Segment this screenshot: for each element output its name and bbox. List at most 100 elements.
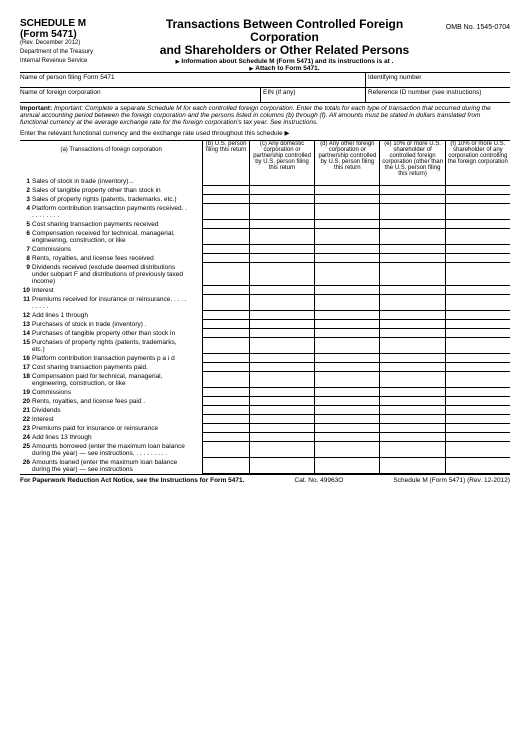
amount-cell[interactable] — [315, 311, 380, 320]
amount-cell[interactable] — [249, 254, 314, 263]
amount-cell[interactable] — [380, 415, 445, 424]
amount-cell[interactable] — [445, 415, 510, 424]
amount-cell[interactable] — [249, 433, 314, 442]
amount-cell[interactable] — [445, 406, 510, 415]
amount-cell[interactable] — [249, 263, 314, 286]
amount-cell[interactable] — [445, 433, 510, 442]
amount-cell[interactable] — [249, 204, 314, 220]
amount-cell[interactable] — [445, 388, 510, 397]
amount-cell[interactable] — [315, 329, 380, 338]
amount-cell[interactable] — [249, 177, 314, 186]
amount-cell[interactable] — [203, 433, 250, 442]
amount-cell[interactable] — [249, 229, 314, 245]
amount-cell[interactable] — [445, 263, 510, 286]
amount-cell[interactable] — [380, 442, 445, 458]
amount-cell[interactable] — [249, 388, 314, 397]
amount-cell[interactable] — [380, 354, 445, 363]
amount-cell[interactable] — [380, 254, 445, 263]
amount-cell[interactable] — [380, 372, 445, 388]
amount-cell[interactable] — [203, 372, 250, 388]
amount-cell[interactable] — [249, 338, 314, 354]
amount-cell[interactable] — [249, 458, 314, 474]
amount-cell[interactable] — [445, 372, 510, 388]
amount-cell[interactable] — [203, 263, 250, 286]
amount-cell[interactable] — [445, 320, 510, 329]
amount-cell[interactable] — [315, 195, 380, 204]
amount-cell[interactable] — [203, 286, 250, 295]
amount-cell[interactable] — [380, 388, 445, 397]
amount-cell[interactable] — [203, 177, 250, 186]
amount-cell[interactable] — [445, 397, 510, 406]
amount-cell[interactable] — [203, 458, 250, 474]
amount-cell[interactable] — [380, 177, 445, 186]
amount-cell[interactable] — [445, 295, 510, 311]
amount-cell[interactable] — [315, 415, 380, 424]
amount-cell[interactable] — [249, 363, 314, 372]
amount-cell[interactable] — [203, 229, 250, 245]
amount-cell[interactable] — [380, 263, 445, 286]
amount-cell[interactable] — [315, 354, 380, 363]
amount-cell[interactable] — [315, 295, 380, 311]
amount-cell[interactable] — [203, 295, 250, 311]
amount-cell[interactable] — [380, 245, 445, 254]
amount-cell[interactable] — [249, 311, 314, 320]
amount-cell[interactable] — [315, 204, 380, 220]
amount-cell[interactable] — [445, 254, 510, 263]
amount-cell[interactable] — [380, 286, 445, 295]
amount-cell[interactable] — [249, 220, 314, 229]
amount-cell[interactable] — [445, 338, 510, 354]
amount-cell[interactable] — [315, 286, 380, 295]
amount-cell[interactable] — [380, 338, 445, 354]
amount-cell[interactable] — [249, 195, 314, 204]
amount-cell[interactable] — [445, 329, 510, 338]
amount-cell[interactable] — [315, 177, 380, 186]
amount-cell[interactable] — [445, 458, 510, 474]
amount-cell[interactable] — [380, 406, 445, 415]
amount-cell[interactable] — [249, 415, 314, 424]
amount-cell[interactable] — [203, 354, 250, 363]
amount-cell[interactable] — [380, 424, 445, 433]
amount-cell[interactable] — [380, 397, 445, 406]
amount-cell[interactable] — [445, 195, 510, 204]
amount-cell[interactable] — [315, 424, 380, 433]
amount-cell[interactable] — [315, 263, 380, 286]
amount-cell[interactable] — [445, 442, 510, 458]
amount-cell[interactable] — [445, 245, 510, 254]
amount-cell[interactable] — [249, 442, 314, 458]
amount-cell[interactable] — [445, 363, 510, 372]
amount-cell[interactable] — [203, 388, 250, 397]
amount-cell[interactable] — [380, 186, 445, 195]
amount-cell[interactable] — [315, 442, 380, 458]
amount-cell[interactable] — [315, 338, 380, 354]
amount-cell[interactable] — [203, 204, 250, 220]
amount-cell[interactable] — [380, 229, 445, 245]
amount-cell[interactable] — [380, 458, 445, 474]
amount-cell[interactable] — [445, 186, 510, 195]
amount-cell[interactable] — [203, 406, 250, 415]
amount-cell[interactable] — [203, 195, 250, 204]
amount-cell[interactable] — [380, 204, 445, 220]
amount-cell[interactable] — [203, 186, 250, 195]
amount-cell[interactable] — [249, 286, 314, 295]
amount-cell[interactable] — [445, 311, 510, 320]
amount-cell[interactable] — [315, 406, 380, 415]
amount-cell[interactable] — [445, 220, 510, 229]
amount-cell[interactable] — [203, 254, 250, 263]
amount-cell[interactable] — [315, 186, 380, 195]
amount-cell[interactable] — [203, 245, 250, 254]
amount-cell[interactable] — [249, 329, 314, 338]
amount-cell[interactable] — [249, 372, 314, 388]
amount-cell[interactable] — [445, 354, 510, 363]
amount-cell[interactable] — [315, 363, 380, 372]
amount-cell[interactable] — [203, 220, 250, 229]
amount-cell[interactable] — [380, 363, 445, 372]
amount-cell[interactable] — [203, 311, 250, 320]
amount-cell[interactable] — [445, 424, 510, 433]
amount-cell[interactable] — [249, 397, 314, 406]
amount-cell[interactable] — [315, 433, 380, 442]
amount-cell[interactable] — [203, 415, 250, 424]
amount-cell[interactable] — [380, 295, 445, 311]
amount-cell[interactable] — [203, 320, 250, 329]
amount-cell[interactable] — [445, 204, 510, 220]
amount-cell[interactable] — [380, 220, 445, 229]
